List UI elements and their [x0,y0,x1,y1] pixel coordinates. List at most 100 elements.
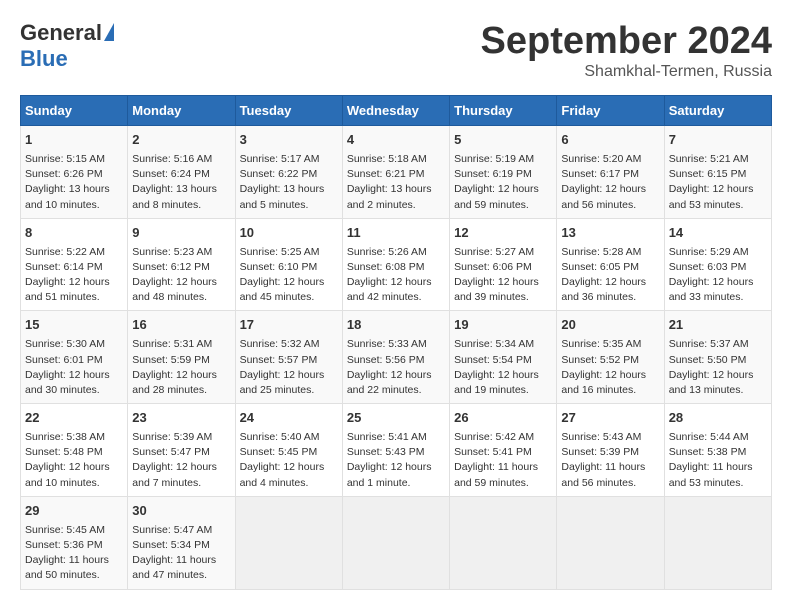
day-cell: 2Sunrise: 5:16 AMSunset: 6:24 PMDaylight… [128,126,235,219]
day-cell: 8 Sunrise: 5:22 AMSunset: 6:14 PMDaylight… [21,218,128,311]
day-info: Daylight: 12 hours and 19 minutes. [454,368,552,398]
day-cell: 11Sunrise: 5:26 AMSunset: 6:08 PMDayligh… [342,218,449,311]
day-cell: 13Sunrise: 5:28 AMSunset: 6:05 PMDayligh… [557,218,664,311]
day-info: Sunset: 6:14 PM [25,260,123,275]
day-info: Daylight: 11 hours and 59 minutes. [454,460,552,490]
day-info: Sunset: 5:43 PM [347,445,445,460]
day-number: 9 [132,224,230,243]
day-info: Sunrise: 5:33 AM [347,337,445,352]
day-number: 7 [669,131,767,150]
day-cell [664,496,771,589]
day-info: Sunrise: 5:28 AM [561,245,659,260]
day-info: Sunset: 6:01 PM [25,353,123,368]
day-info: Daylight: 12 hours and 25 minutes. [240,368,338,398]
header-cell-wednesday: Wednesday [342,96,449,126]
day-info: Sunrise: 5:30 AM [25,337,123,352]
day-cell: 1Sunrise: 5:15 AMSunset: 6:26 PMDaylight… [21,126,128,219]
day-info: Daylight: 12 hours and 13 minutes. [669,368,767,398]
day-info: Daylight: 12 hours and 16 minutes. [561,368,659,398]
day-info: Sunrise: 5:17 AM [240,152,338,167]
day-info: Daylight: 12 hours and 7 minutes. [132,460,230,490]
day-number: 16 [132,316,230,335]
day-info: Sunrise: 5:47 AM [132,523,230,538]
day-info: Daylight: 12 hours and 39 minutes. [454,275,552,305]
header-cell-sunday: Sunday [21,96,128,126]
day-info: Sunrise: 5:27 AM [454,245,552,260]
day-info: Daylight: 12 hours and 10 minutes. [25,460,123,490]
day-number: 23 [132,409,230,428]
day-info: Sunset: 5:52 PM [561,353,659,368]
day-info: Daylight: 12 hours and 28 minutes. [132,368,230,398]
day-cell: 14Sunrise: 5:29 AMSunset: 6:03 PMDayligh… [664,218,771,311]
location-subtitle: Shamkhal-Termen, Russia [481,63,773,81]
day-info: Sunrise: 5:42 AM [454,430,552,445]
day-info: Sunset: 6:19 PM [454,167,552,182]
day-info: Sunrise: 5:39 AM [132,430,230,445]
day-info: Sunrise: 5:18 AM [347,152,445,167]
day-cell: 6Sunrise: 5:20 AMSunset: 6:17 PMDaylight… [557,126,664,219]
day-info: Sunrise: 5:35 AM [561,337,659,352]
day-info: Daylight: 12 hours and 48 minutes. [132,275,230,305]
day-cell: 3Sunrise: 5:17 AMSunset: 6:22 PMDaylight… [235,126,342,219]
day-number: 30 [132,502,230,521]
day-cell [450,496,557,589]
day-cell [235,496,342,589]
day-info: Sunrise: 5:37 AM [669,337,767,352]
day-info: Sunrise: 5:19 AM [454,152,552,167]
day-cell: 18Sunrise: 5:33 AMSunset: 5:56 PMDayligh… [342,311,449,404]
day-cell: 21 Sunrise: 5:37 AMSunset: 5:50 PMDayligh… [664,311,771,404]
header-cell-thursday: Thursday [450,96,557,126]
day-info: Sunset: 6:03 PM [669,260,767,275]
day-info: Sunrise: 5:44 AM [669,430,767,445]
week-row-4: 22Sunrise: 5:38 AMSunset: 5:48 PMDayligh… [21,404,772,497]
day-info: Sunset: 5:50 PM [669,353,767,368]
day-info: Daylight: 12 hours and 4 minutes. [240,460,338,490]
header-cell-monday: Monday [128,96,235,126]
day-cell: 22Sunrise: 5:38 AMSunset: 5:48 PMDayligh… [21,404,128,497]
day-info: Sunrise: 5:16 AM [132,152,230,167]
day-info: Sunrise: 5:20 AM [561,152,659,167]
day-info: Daylight: 12 hours and 22 minutes. [347,368,445,398]
day-info: Daylight: 12 hours and 33 minutes. [669,275,767,305]
day-info: Sunrise: 5:22 AM [25,245,123,260]
header-cell-tuesday: Tuesday [235,96,342,126]
day-number: 3 [240,131,338,150]
day-info: Sunrise: 5:15 AM [25,152,123,167]
day-info: Daylight: 12 hours and 53 minutes. [669,182,767,212]
day-info: Sunrise: 5:21 AM [669,152,767,167]
day-number: 6 [561,131,659,150]
header-row: SundayMondayTuesdayWednesdayThursdayFrid… [21,96,772,126]
day-number: 11 [347,224,445,243]
week-row-2: 8Sunrise: 5:22 AMSunset: 6:14 PMDaylight… [21,218,772,311]
day-cell: 15Sunrise: 5:30 AMSunset: 6:01 PMDayligh… [21,311,128,404]
day-cell: 25Sunrise: 5:41 AMSunset: 5:43 PMDayligh… [342,404,449,497]
day-info: Sunrise: 5:40 AM [240,430,338,445]
day-cell: 10Sunrise: 5:25 AMSunset: 6:10 PMDayligh… [235,218,342,311]
day-number: 4 [347,131,445,150]
day-cell: 4Sunrise: 5:18 AMSunset: 6:21 PMDaylight… [342,126,449,219]
day-info: Sunset: 6:12 PM [132,260,230,275]
day-info: Sunset: 6:26 PM [25,167,123,182]
day-number: 26 [454,409,552,428]
page-header: General Blue September 2024 Shamkhal-Ter… [20,20,772,81]
calendar-table: SundayMondayTuesdayWednesdayThursdayFrid… [20,95,772,590]
day-number: 8 [25,224,123,243]
day-cell: 9Sunrise: 5:23 AMSunset: 6:12 PMDaylight… [128,218,235,311]
day-cell: 30Sunrise: 5:47 AMSunset: 5:34 PMDayligh… [128,496,235,589]
day-cell: 26Sunrise: 5:42 AMSunset: 5:41 PMDayligh… [450,404,557,497]
day-number: 12 [454,224,552,243]
day-info: Sunset: 6:06 PM [454,260,552,275]
day-info: Sunset: 6:21 PM [347,167,445,182]
day-info: Sunrise: 5:31 AM [132,337,230,352]
day-cell: 7Sunrise: 5:21 AMSunset: 6:15 PMDaylight… [664,126,771,219]
day-info: Daylight: 12 hours and 30 minutes. [25,368,123,398]
day-info: Sunset: 6:22 PM [240,167,338,182]
day-info: Sunrise: 5:32 AM [240,337,338,352]
day-info: Daylight: 13 hours and 8 minutes. [132,182,230,212]
title-block: September 2024 Shamkhal-Termen, Russia [481,20,773,81]
day-number: 14 [669,224,767,243]
day-number: 28 [669,409,767,428]
day-info: Daylight: 12 hours and 51 minutes. [25,275,123,305]
day-info: Sunset: 6:17 PM [561,167,659,182]
day-number: 21 [669,316,767,335]
